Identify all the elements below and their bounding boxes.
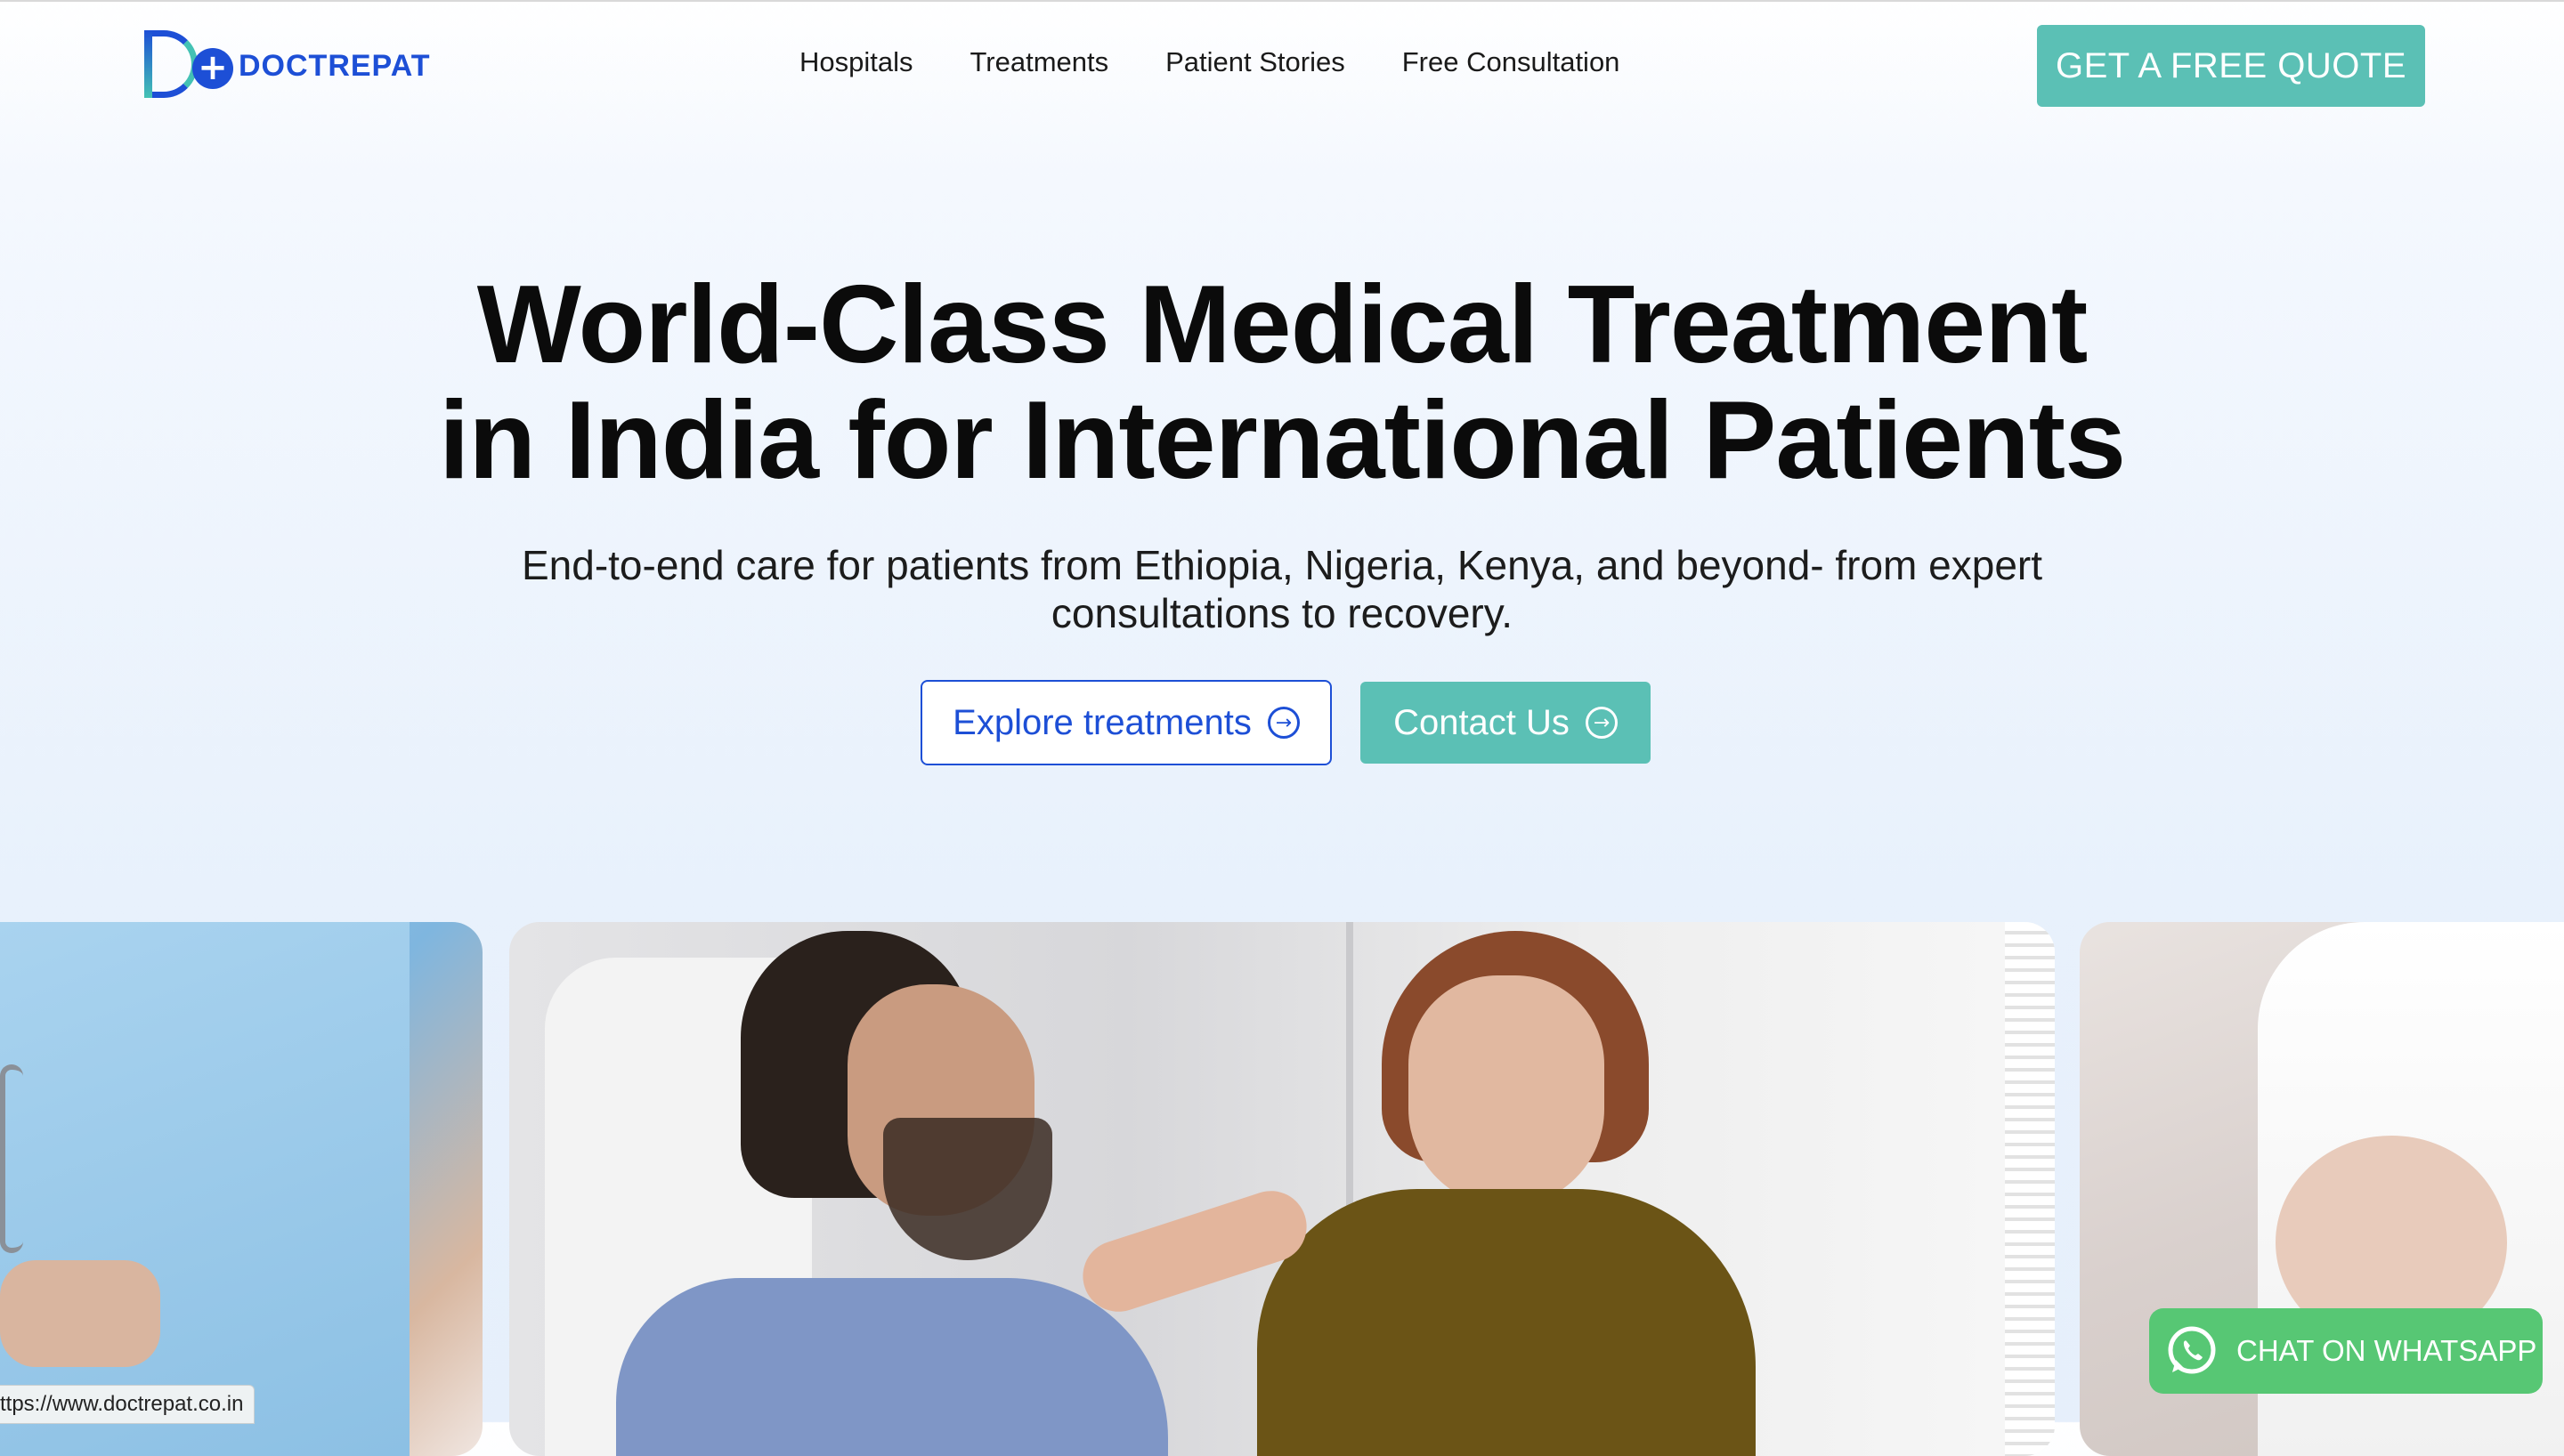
hero-subtitle: End-to-end care for patients from Ethiop… xyxy=(521,542,2043,636)
explore-treatments-button[interactable]: Explore treatments → xyxy=(921,680,1332,765)
arrow-right-circle-icon: → xyxy=(1585,707,1618,739)
site-header: + DOCTREPAT Hospitals Treatments Patient… xyxy=(0,0,2564,133)
arrow-right-circle-icon: → xyxy=(1267,707,1300,739)
whatsapp-icon xyxy=(2168,1326,2216,1374)
explore-treatments-label: Explore treatments xyxy=(953,702,1252,742)
main-nav: Hospitals Treatments Patient Stories Fre… xyxy=(799,46,1619,78)
logo[interactable]: + DOCTREPAT xyxy=(144,30,431,101)
nav-item-treatments[interactable]: Treatments xyxy=(970,46,1109,78)
hero-title-line-1: World-Class Medical Treatment xyxy=(476,263,2089,386)
chat-on-whatsapp-label: CHAT ON WHATSAPP xyxy=(2236,1334,2537,1367)
logo-text: DOCTREPAT xyxy=(239,48,431,83)
status-bar-url: ttps://www.doctrepat.co.in xyxy=(0,1385,256,1424)
nav-item-hospitals[interactable]: Hospitals xyxy=(799,46,913,78)
nav-item-free-consultation[interactable]: Free Consultation xyxy=(1402,46,1620,78)
gallery-card-patient-image xyxy=(509,922,2055,1456)
hero-title-line-2: in India for International Patients xyxy=(438,379,2126,502)
gallery-card-nurse-image xyxy=(0,922,483,1456)
contact-us-label: Contact Us xyxy=(1393,702,1570,742)
get-free-quote-button[interactable]: GET A FREE QUOTE xyxy=(2037,25,2425,107)
hero-title: World-Class Medical Treatment in India f… xyxy=(0,267,2564,498)
chat-on-whatsapp-button[interactable]: CHAT ON WHATSAPP xyxy=(2149,1308,2543,1394)
nav-item-patient-stories[interactable]: Patient Stories xyxy=(1165,46,1345,78)
logo-mark-icon: + xyxy=(144,30,240,101)
contact-us-button[interactable]: Contact Us → xyxy=(1360,682,1651,764)
